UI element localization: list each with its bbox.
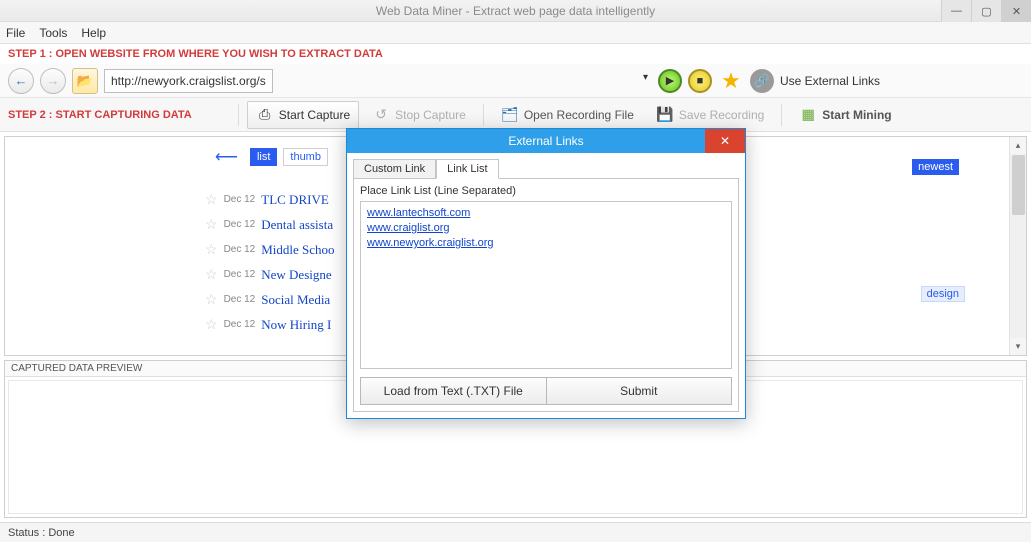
separator [238,104,239,126]
stop-button[interactable]: ■ [688,69,712,93]
listing-date: Dec 12 [224,319,256,330]
vertical-scrollbar[interactable]: ▴ ▾ [1009,137,1026,355]
go-button[interactable]: ▶ [658,69,682,93]
listing-date: Dec 12 [224,294,256,305]
status-bar: Status : Done [0,522,1031,542]
view-thumb-tab[interactable]: thumb [283,148,328,166]
external-links-button[interactable]: 🔗 [750,69,774,93]
star-outline-icon[interactable]: ☆ [205,191,218,208]
capture-toolbar: STEP 2 : START CAPTURING DATA ⎙ Start Ca… [0,98,1031,132]
window-buttons: — ▢ ✕ [941,0,1031,22]
start-capture-button[interactable]: ⎙ Start Capture [247,101,359,129]
star-outline-icon[interactable]: ☆ [205,291,218,308]
start-mining-button[interactable]: ▦ Start Mining [790,101,900,129]
status-text: Status : Done [8,527,75,539]
undo-icon: ↺ [372,106,390,124]
listing-date: Dec 12 [224,194,256,205]
url-input[interactable] [104,69,273,93]
save-recording-button[interactable]: 💾 Save Recording [647,101,773,129]
play-icon: ▶ [666,74,674,87]
tab-link-list[interactable]: Link List [436,159,498,179]
link-list-entry[interactable]: www.craiglist.org [367,221,725,236]
load-from-txt-button[interactable]: Load from Text (.TXT) File [360,377,547,405]
folder-icon: 📂 [77,73,93,89]
link-list-entry[interactable]: www.newyork.craiglist.org [367,236,725,251]
link-list-textarea[interactable]: www.lantechsoft.comwww.craiglist.orgwww.… [360,201,732,369]
star-icon: ★ [721,68,741,94]
link-list-instruction: Place Link List (Line Separated) [360,185,732,197]
dropdown-caret-icon[interactable]: ▾ [643,72,648,83]
stop-icon: ■ [697,75,704,87]
listing-date: Dec 12 [224,219,256,230]
view-list-tab[interactable]: list [250,148,277,166]
star-outline-icon[interactable]: ☆ [205,216,218,233]
window-title: Web Data Miner - Extract web page data i… [376,4,655,18]
capture-icon: ⎙ [256,106,274,124]
arrow-right-icon: → [47,73,60,88]
separator [483,104,484,126]
open-folder-button[interactable]: 📂 [72,68,98,94]
menu-tools[interactable]: Tools [39,26,67,40]
external-links-dialog: External Links ✕ Custom Link Link List P… [346,128,746,419]
dialog-tabs: Custom Link Link List [353,159,739,179]
tab-custom-link[interactable]: Custom Link [353,159,436,179]
page-back-icon[interactable]: ⟵ [215,147,238,167]
arrow-left-icon: ← [15,73,28,88]
listing-title[interactable]: Middle Schoo [261,242,334,258]
star-outline-icon[interactable]: ☆ [205,316,218,333]
favorite-button[interactable]: ★ [718,68,744,94]
nav-back-button[interactable]: ← [8,68,34,94]
close-icon: ✕ [720,134,730,148]
menu-help[interactable]: Help [81,26,106,40]
sort-newest-button[interactable]: newest [912,159,959,175]
tag-design[interactable]: design [921,286,965,302]
separator [781,104,782,126]
listing-date: Dec 12 [224,269,256,280]
folder-open-icon: 🗂 [501,106,519,124]
listing-title[interactable]: TLC DRIVE [261,192,329,208]
star-outline-icon[interactable]: ☆ [205,266,218,283]
dialog-close-button[interactable]: ✕ [705,129,745,153]
listing-title[interactable]: Social Media [261,292,330,308]
mine-icon: ▦ [799,106,817,124]
nav-forward-button[interactable]: → [40,68,66,94]
window-titlebar: Web Data Miner - Extract web page data i… [0,0,1031,22]
listing-title[interactable]: Dental assista [261,217,333,233]
star-outline-icon[interactable]: ☆ [205,241,218,258]
listing-title[interactable]: New Designe [261,267,331,283]
listing-date: Dec 12 [224,244,256,255]
link-icon: 🔗 [754,73,770,89]
stop-capture-button[interactable]: ↺ Stop Capture [363,101,475,129]
save-icon: 💾 [656,106,674,124]
tab-panel-link-list: Place Link List (Line Separated) www.lan… [353,178,739,412]
listing-title[interactable]: Now Hiring I [261,317,331,333]
menu-file[interactable]: File [6,26,25,40]
minimize-button[interactable]: — [941,0,971,22]
open-recording-button[interactable]: 🗂 Open Recording File [492,101,643,129]
external-links-label: Use External Links [780,74,880,88]
scroll-down-icon[interactable]: ▾ [1010,338,1026,355]
menu-bar: File Tools Help [0,22,1031,44]
submit-button[interactable]: Submit [547,377,733,405]
dialog-title: External Links [508,134,583,148]
dialog-titlebar[interactable]: External Links ✕ [347,129,745,153]
close-button[interactable]: ✕ [1001,0,1031,22]
step-1-label: STEP 1 : OPEN WEBSITE FROM WHERE YOU WIS… [0,44,1031,64]
maximize-button[interactable]: ▢ [971,0,1001,22]
link-list-entry[interactable]: www.lantechsoft.com [367,206,725,221]
address-toolbar: ← → 📂 ▾ ▶ ■ ★ 🔗 Use External Links [0,64,1031,98]
scroll-up-icon[interactable]: ▴ [1010,137,1026,154]
scroll-thumb[interactable] [1012,155,1025,215]
step-2-label: STEP 2 : START CAPTURING DATA [8,109,192,121]
